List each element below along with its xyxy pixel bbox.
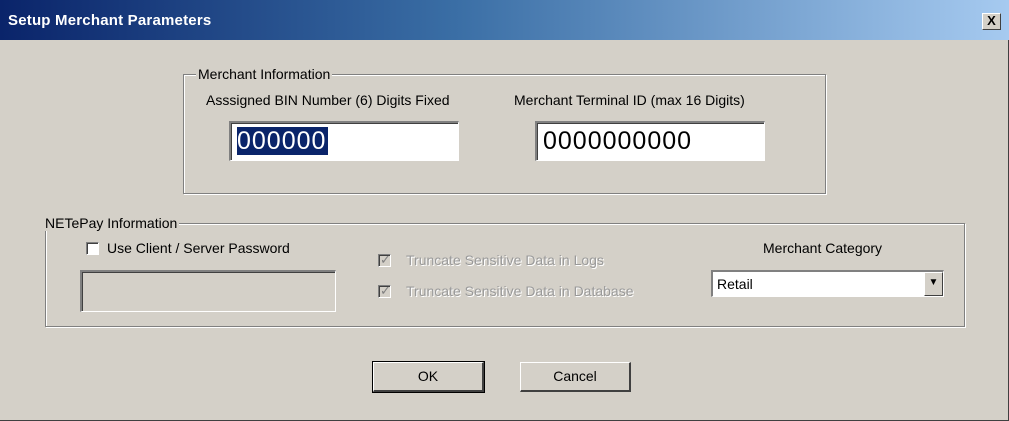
ok-button[interactable]: OK (372, 361, 485, 393)
password-input (80, 270, 336, 312)
close-button[interactable]: X (982, 13, 1001, 30)
merchant-category-select[interactable]: Retail ▼ (711, 270, 944, 297)
truncate-database-label: Truncate Sensitive Data in Database (406, 283, 634, 299)
merchant-category-label: Merchant Category (763, 240, 883, 256)
netepay-information-legend: NETePay Information (43, 215, 180, 231)
terminal-id-label: Merchant Terminal ID (max 16 Digits) (514, 92, 745, 108)
truncate-logs-checkbox: ✓ (378, 252, 391, 267)
close-icon: X (987, 13, 996, 28)
checkmark-icon: ✓ (380, 283, 391, 298)
merchant-information-legend: Merchant Information (196, 66, 333, 82)
title-bar[interactable]: Setup Merchant Parameters X (0, 0, 1009, 40)
cancel-button[interactable]: Cancel (520, 362, 631, 392)
password-checkbox-label[interactable]: Use Client / Server Password (107, 240, 290, 256)
checkmark-icon: ✓ (380, 252, 391, 267)
dialog-window: Setup Merchant Parameters X Merchant Inf… (0, 0, 1009, 421)
bin-number-value: 000000 (237, 127, 329, 155)
terminal-id-input[interactable]: 0000000000 (535, 121, 765, 161)
truncate-logs-label: Truncate Sensitive Data in Logs (406, 252, 604, 268)
merchant-category-value: Retail (717, 276, 753, 292)
cancel-button-label: Cancel (553, 368, 597, 384)
ok-button-label: OK (417, 368, 439, 384)
terminal-id-value: 0000000000 (543, 127, 693, 155)
chevron-down-icon: ▼ (928, 277, 939, 288)
bin-number-label: Asssigned BIN Number (6) Digits Fixed (206, 92, 450, 108)
window-title: Setup Merchant Parameters (8, 12, 212, 29)
password-checkbox[interactable] (86, 242, 99, 255)
bin-number-input[interactable]: 000000 (229, 121, 459, 161)
dropdown-button[interactable]: ▼ (924, 272, 943, 296)
truncate-database-checkbox: ✓ (378, 283, 391, 298)
